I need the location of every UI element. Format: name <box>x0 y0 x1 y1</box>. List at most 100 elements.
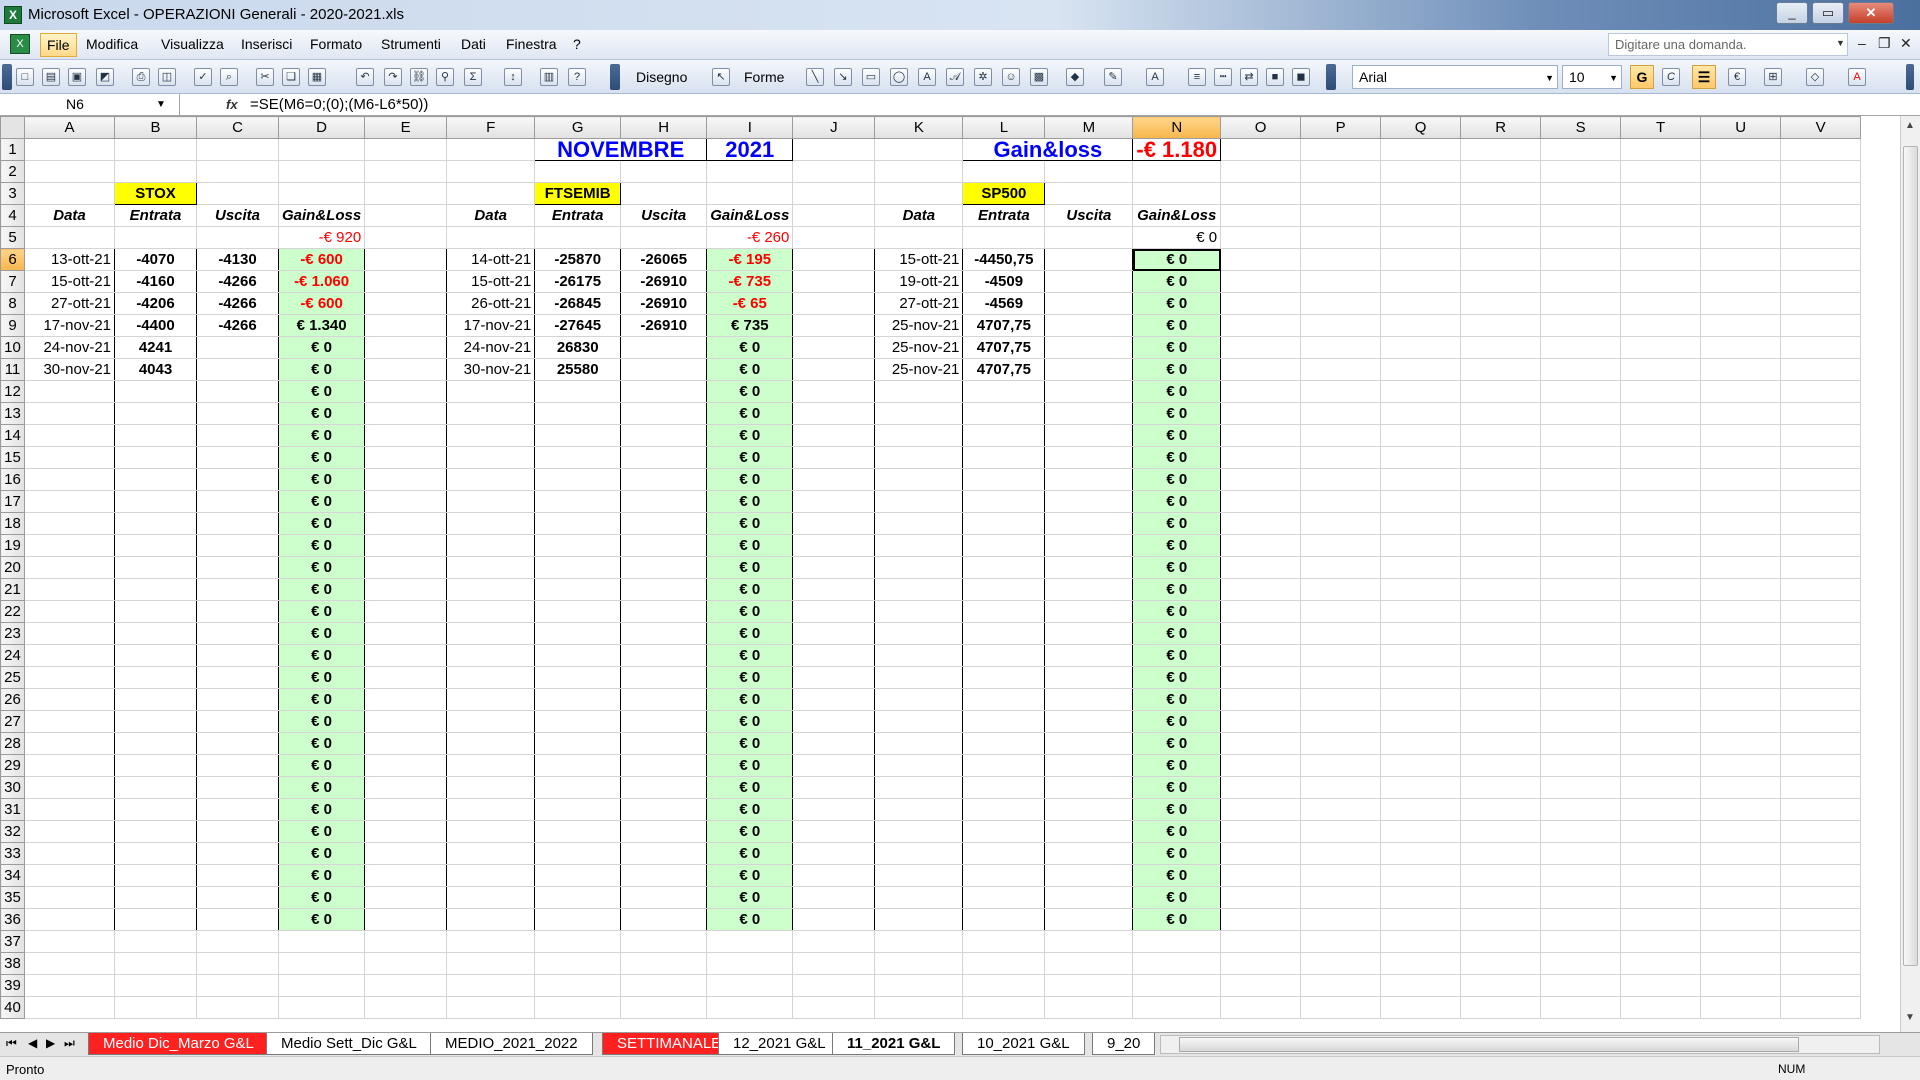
cell[interactable] <box>1460 666 1542 689</box>
cell[interactable] <box>1460 930 1542 953</box>
cell[interactable] <box>196 798 279 821</box>
cell[interactable]: € 0 <box>706 776 794 799</box>
cell[interactable] <box>792 644 876 667</box>
cell[interactable] <box>1220 820 1302 843</box>
cell[interactable] <box>1620 402 1702 425</box>
cell[interactable] <box>446 600 536 623</box>
cell[interactable] <box>874 974 964 997</box>
cell[interactable] <box>24 820 115 843</box>
cell[interactable]: € 0 <box>278 468 366 491</box>
cell[interactable]: € 0 <box>278 908 366 931</box>
cell[interactable] <box>24 798 115 821</box>
cell[interactable]: -4070 <box>114 248 197 271</box>
row-header[interactable]: 8 <box>0 292 25 315</box>
cell[interactable] <box>1540 864 1622 887</box>
cell[interactable] <box>534 160 622 183</box>
cell[interactable] <box>24 600 115 623</box>
column-header[interactable]: S <box>1540 116 1622 139</box>
cell[interactable] <box>792 160 876 183</box>
cell[interactable] <box>1780 138 1862 161</box>
cell[interactable]: € 0 <box>278 380 366 403</box>
cell[interactable]: 15-ott-21 <box>24 270 115 293</box>
cell[interactable] <box>1620 292 1702 315</box>
cell[interactable]: -26065 <box>620 248 708 271</box>
cell[interactable]: Gain&Loss <box>278 204 366 227</box>
cell[interactable] <box>1380 468 1462 491</box>
cell[interactable] <box>114 468 197 491</box>
row-header[interactable]: 39 <box>0 974 25 997</box>
cell[interactable] <box>278 160 366 183</box>
cell[interactable] <box>620 754 708 777</box>
cell[interactable] <box>1780 490 1862 513</box>
row-header[interactable]: 7 <box>0 270 25 293</box>
column-header[interactable]: N <box>1132 116 1222 139</box>
row-header[interactable]: 18 <box>0 512 25 535</box>
cell[interactable] <box>1780 622 1862 645</box>
cell[interactable] <box>874 446 964 469</box>
cell[interactable]: € 735 <box>706 314 794 337</box>
sort-ascending-icon[interactable]: ↕ <box>504 68 522 86</box>
cell[interactable] <box>1220 776 1302 799</box>
cell[interactable] <box>620 798 708 821</box>
cell[interactable] <box>1700 754 1782 777</box>
column-header[interactable]: H <box>620 116 708 139</box>
cell[interactable] <box>1780 600 1862 623</box>
cell[interactable]: 15-ott-21 <box>874 248 964 271</box>
cell[interactable]: 26-ott-21 <box>446 292 536 315</box>
cell[interactable] <box>1380 336 1462 359</box>
cell[interactable] <box>1780 952 1862 975</box>
cell[interactable] <box>446 842 536 865</box>
cell[interactable] <box>1700 952 1782 975</box>
cell[interactable] <box>1220 160 1302 183</box>
cell[interactable] <box>792 688 876 711</box>
print-preview-icon[interactable]: ◫ <box>158 68 176 86</box>
cell[interactable] <box>196 644 279 667</box>
cell[interactable] <box>1300 336 1382 359</box>
column-header[interactable]: E <box>364 116 448 139</box>
cell[interactable] <box>962 996 1046 1019</box>
cell[interactable] <box>114 402 197 425</box>
cell[interactable] <box>114 534 197 557</box>
row-header[interactable]: 15 <box>0 446 25 469</box>
cell[interactable] <box>1300 600 1382 623</box>
cell[interactable] <box>1300 974 1382 997</box>
cell[interactable] <box>1540 820 1622 843</box>
cell[interactable] <box>534 732 622 755</box>
cell[interactable] <box>364 534 448 557</box>
cell[interactable]: € 0 <box>278 446 366 469</box>
cell[interactable] <box>874 732 964 755</box>
cell[interactable] <box>196 578 279 601</box>
cell[interactable] <box>1700 534 1782 557</box>
cell[interactable] <box>1700 380 1782 403</box>
cell[interactable] <box>1460 754 1542 777</box>
cell[interactable] <box>1044 908 1134 931</box>
vertical-scroll-thumb[interactable] <box>1903 146 1918 966</box>
cell[interactable] <box>24 512 115 535</box>
cell[interactable]: FTSEMIB <box>534 182 622 205</box>
cell[interactable] <box>1540 512 1622 535</box>
cell[interactable] <box>534 666 622 689</box>
cell[interactable] <box>1300 138 1382 161</box>
cell[interactable] <box>364 336 448 359</box>
cell[interactable] <box>1700 776 1782 799</box>
cell[interactable] <box>364 974 448 997</box>
cell[interactable] <box>792 248 876 271</box>
cell[interactable] <box>1620 666 1702 689</box>
cell[interactable] <box>1044 424 1134 447</box>
cell[interactable] <box>1620 798 1702 821</box>
cell[interactable] <box>534 622 622 645</box>
formula-input[interactable]: =SE(M6=0;(0);(M6-L6*50)) <box>250 96 428 113</box>
menu-dati[interactable]: Dati <box>461 36 486 52</box>
cell[interactable]: € 0 <box>706 380 794 403</box>
cell[interactable] <box>364 930 448 953</box>
cell[interactable] <box>620 358 708 381</box>
3d-icon[interactable]: ◼ <box>1292 68 1310 86</box>
cell[interactable]: SP500 <box>962 182 1046 205</box>
toolbar-grip-icon[interactable] <box>2 64 12 90</box>
cell[interactable]: Uscita <box>196 204 279 227</box>
text-color-icon[interactable]: A <box>1848 68 1866 86</box>
cell[interactable] <box>114 952 197 975</box>
cell[interactable] <box>874 710 964 733</box>
cell[interactable] <box>534 490 622 513</box>
cell[interactable] <box>534 974 622 997</box>
